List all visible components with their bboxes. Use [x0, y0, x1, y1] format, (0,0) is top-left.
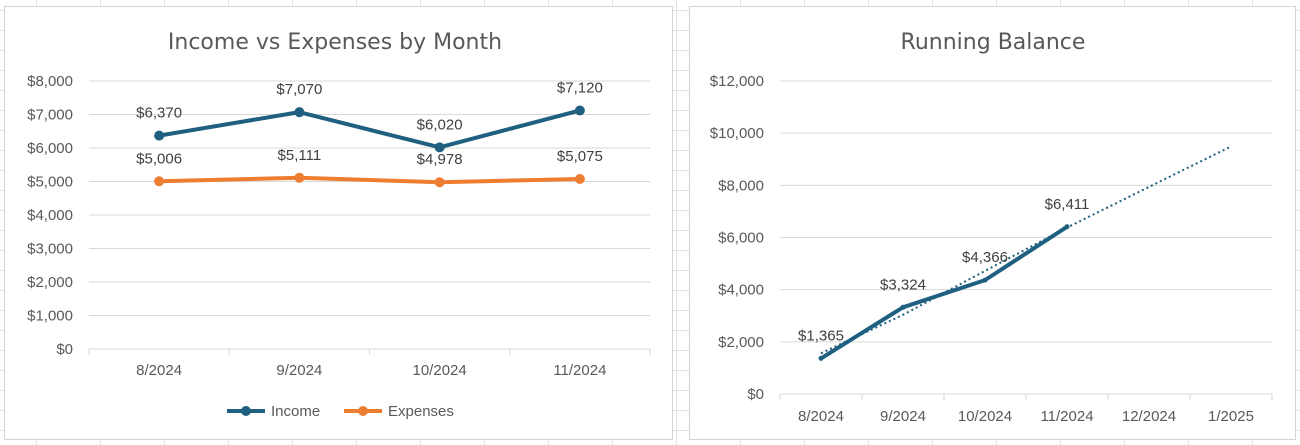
data-label-balance: $1,365	[798, 327, 844, 344]
data-point-balance[interactable]	[982, 277, 988, 283]
x-tick-label: 11/2024	[553, 362, 606, 379]
data-label-expenses: $4,978	[417, 151, 463, 168]
data-label-expenses: $5,111	[278, 147, 322, 164]
y-tick-label: $4,000	[718, 282, 764, 299]
running-balance-chart[interactable]: Running Balance $0 $2,000 $4,000 $6,000 $8,0…	[689, 6, 1296, 440]
income-expenses-chart[interactable]: Income vs Expenses by Month $0 $1,000 $2,0…	[4, 6, 673, 440]
data-label-income: $6,370	[136, 105, 182, 122]
data-point-expenses[interactable]	[434, 177, 445, 188]
y-tick-label: $3,000	[27, 241, 73, 258]
data-point-expenses[interactable]	[154, 176, 165, 187]
chart-legend: Income Expenses	[227, 403, 454, 420]
data-label-income: $7,070	[276, 81, 322, 98]
y-tick-label: $2,000	[27, 274, 73, 291]
x-tick-label: 1/2025	[1208, 408, 1254, 425]
legend-income-marker	[241, 406, 251, 416]
data-label-income: $7,120	[557, 79, 603, 96]
y-tick-label: $0	[56, 341, 73, 358]
data-point-balance[interactable]	[1064, 224, 1070, 230]
series-line-expenses	[159, 175, 580, 185]
data-point-expenses[interactable]	[574, 173, 585, 184]
x-tick-label: 9/2024	[880, 408, 926, 425]
chart-title: Income vs Expenses by Month	[168, 30, 502, 55]
income-expenses-chart-svg: Income vs Expenses by Month $0 $1,000 $2,0…	[27, 30, 651, 420]
data-point-balance[interactable]	[818, 355, 824, 361]
data-label-expenses: $5,006	[136, 150, 182, 167]
data-label-balance: $3,324	[880, 276, 926, 293]
legend-expenses-label: Expenses	[388, 403, 454, 420]
x-tick-label: 8/2024	[798, 408, 844, 425]
chart-title: Running Balance	[901, 30, 1086, 55]
y-tick-label: $8,000	[718, 177, 764, 194]
series-line-income	[158, 108, 581, 150]
running-balance-chart-svg: Running Balance $0 $2,000 $4,000 $6,000 $8,0…	[710, 30, 1273, 425]
y-tick-label: $6,000	[27, 140, 73, 157]
x-tick-label: 11/2024	[1040, 408, 1093, 425]
legend-income-label: Income	[271, 403, 320, 420]
y-tick-label: $2,000	[718, 334, 764, 351]
y-tick-label: $5,000	[27, 174, 73, 191]
data-label-balance: $6,411	[1045, 196, 1090, 213]
data-point-income[interactable]	[574, 105, 585, 116]
data-point-balance[interactable]	[900, 304, 906, 310]
y-tick-label: $0	[747, 386, 764, 403]
y-tick-label: $12,000	[710, 73, 764, 90]
data-point-income[interactable]	[154, 130, 165, 141]
y-tick-label: $4,000	[27, 207, 73, 224]
data-point-income[interactable]	[294, 107, 305, 118]
x-tick-label: 9/2024	[276, 362, 322, 379]
x-tick-label: 10/2024	[413, 362, 467, 379]
series-line-balance	[819, 225, 1069, 361]
data-point-expenses[interactable]	[294, 172, 305, 183]
x-tick-label: 12/2024	[1122, 408, 1176, 425]
y-tick-label: $7,000	[27, 107, 73, 124]
data-label-income: $6,020	[417, 116, 463, 133]
y-tick-label: $6,000	[718, 230, 764, 247]
y-tick-label: $1,000	[27, 308, 73, 325]
x-tick-label: 10/2024	[958, 408, 1012, 425]
y-tick-label: $10,000	[710, 125, 764, 142]
data-label-balance: $4,366	[962, 249, 1008, 266]
y-tick-label: $8,000	[27, 73, 73, 90]
x-tick-label: 8/2024	[136, 362, 182, 379]
data-label-expenses: $5,075	[557, 148, 603, 165]
legend-expenses-marker	[358, 406, 368, 416]
